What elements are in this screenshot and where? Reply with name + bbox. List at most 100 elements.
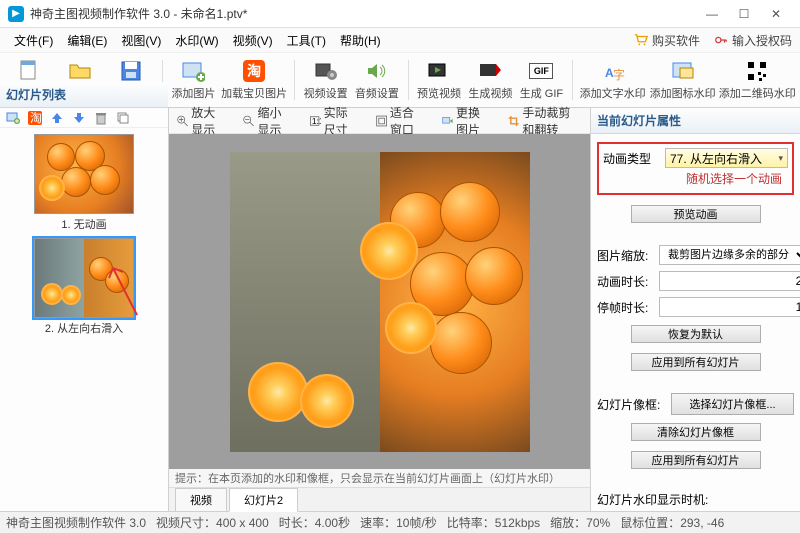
hint-text: 提示：在本页添加的水印和像框，只会显示在当前幻灯片画面上（幻灯片水印） bbox=[169, 469, 590, 487]
apply-all-anim-button[interactable]: 应用到所有幻灯片 bbox=[631, 353, 761, 371]
audio-settings-button[interactable]: 音频设置 bbox=[352, 55, 401, 105]
buy-label: 购买软件 bbox=[652, 32, 700, 49]
minimize-button[interactable]: — bbox=[696, 0, 728, 28]
thumb-caption: 2. 从左向右滑入 bbox=[45, 320, 123, 336]
menu-view[interactable]: 视图(V) bbox=[115, 29, 167, 52]
preview-anim-button[interactable]: 预览动画 bbox=[631, 205, 761, 223]
thumb-caption: 1. 无动画 bbox=[61, 216, 106, 232]
svg-text:淘: 淘 bbox=[30, 111, 42, 125]
toolbar-separator bbox=[294, 60, 295, 100]
qr-icon bbox=[745, 59, 769, 83]
actual-size-icon: 1:1 bbox=[309, 113, 320, 129]
pause-dur-label: 停帧时长: bbox=[597, 299, 655, 316]
menu-tools[interactable]: 工具(T) bbox=[281, 29, 332, 52]
video-settings-button[interactable]: 视频设置 bbox=[301, 55, 350, 105]
open-icon bbox=[68, 59, 92, 83]
toolbar-separator bbox=[572, 60, 573, 100]
status-size: 视频尺寸：400 x 400 bbox=[156, 514, 269, 531]
scale-dropdown[interactable]: 裁剪图片边缘多余的部分 bbox=[659, 245, 800, 265]
preview-video-button[interactable]: 预览视频 bbox=[414, 55, 463, 105]
menu-edit[interactable]: 编辑(E) bbox=[61, 29, 113, 52]
gif-icon: GIF bbox=[529, 59, 553, 83]
toolbar-separator bbox=[408, 60, 409, 100]
restore-default-button[interactable]: 恢复为默认 bbox=[631, 325, 761, 343]
image-watermark-icon bbox=[671, 59, 695, 83]
menu-video[interactable]: 视频(V) bbox=[227, 29, 279, 52]
replace-icon bbox=[442, 113, 453, 129]
zoom-in-icon bbox=[177, 113, 188, 129]
move-down-icon[interactable] bbox=[72, 111, 86, 125]
statusbar: 神奇主图视频制作软件 3.0 视频尺寸：400 x 400 时长：4.00秒 速… bbox=[0, 511, 800, 533]
add-image-button[interactable]: 添加图片 bbox=[169, 55, 218, 105]
status-mouse: 鼠标位置：293, -46 bbox=[620, 514, 724, 531]
random-anim-link[interactable]: 随机选择一个动画 bbox=[603, 168, 788, 189]
menu-file[interactable]: 文件(F) bbox=[8, 29, 59, 52]
sidebar: 幻灯片列表 淘 1. 无动画 bbox=[0, 108, 169, 511]
frame-label: 幻灯片像框: bbox=[597, 396, 667, 413]
slide-thumb-1[interactable]: 1. 无动画 bbox=[34, 134, 134, 232]
license-link[interactable]: 输入授权码 bbox=[714, 32, 792, 49]
anim-type-dropdown[interactable]: 77. 从左向右滑入 bbox=[665, 148, 788, 168]
status-app: 神奇主图视频制作软件 3.0 bbox=[6, 514, 146, 531]
taobao-small-icon[interactable]: 淘 bbox=[28, 111, 42, 125]
svg-text:1:1: 1:1 bbox=[312, 115, 320, 125]
sidebar-title: 幻灯片列表 bbox=[0, 82, 168, 108]
image-watermark-button[interactable]: 添加图标水印 bbox=[649, 55, 717, 105]
maximize-button[interactable]: ☐ bbox=[728, 0, 760, 28]
view-toolbar: 放大显示 缩小显示 1:1实际尺寸 适合窗口 更换图片 手动裁剪和翻转 bbox=[169, 108, 590, 134]
status-zoom: 缩放：70% bbox=[550, 514, 610, 531]
select-frame-button[interactable]: 选择幻灯片像框... bbox=[671, 393, 794, 415]
svg-text:字: 字 bbox=[613, 67, 625, 82]
window-title: 神奇主图视频制作软件 3.0 - 未命名1.ptv* bbox=[30, 5, 247, 22]
qr-watermark-button[interactable]: 添加二维码水印 bbox=[719, 55, 796, 105]
copy-slide-icon[interactable] bbox=[116, 111, 130, 125]
clear-frame-button[interactable]: 清除幻灯片像框 bbox=[631, 423, 761, 441]
new-icon bbox=[17, 59, 41, 83]
apply-all-frame-button[interactable]: 应用到所有幻灯片 bbox=[631, 451, 761, 469]
save-icon bbox=[119, 59, 143, 83]
center-panel: 放大显示 缩小显示 1:1实际尺寸 适合窗口 更换图片 手动裁剪和翻转 bbox=[169, 108, 590, 511]
thumb-image bbox=[34, 134, 134, 214]
properties-body: 动画类型 77. 从左向右滑入 随机选择一个动画 预览动画 图片缩放: 裁剪图片… bbox=[591, 134, 800, 511]
slide-thumb-2[interactable]: 2. 从左向右滑入 bbox=[34, 238, 134, 336]
fit-icon bbox=[376, 113, 387, 129]
scale-label: 图片缩放: bbox=[597, 247, 655, 264]
preview-icon bbox=[427, 59, 451, 83]
status-fps: 速率：10帧/秒 bbox=[360, 514, 437, 531]
export-video-button[interactable]: 生成视频 bbox=[466, 55, 515, 105]
menu-help[interactable]: 帮助(H) bbox=[334, 29, 387, 52]
key-icon bbox=[714, 33, 728, 47]
properties-title: 当前幻灯片属性 bbox=[591, 108, 800, 134]
add-image-icon bbox=[181, 59, 205, 83]
video-settings-icon bbox=[314, 59, 338, 83]
buy-link[interactable]: 购买软件 bbox=[634, 32, 700, 49]
zoom-out-icon bbox=[243, 113, 254, 129]
status-bitrate: 比特率：512kbps bbox=[447, 514, 540, 531]
canvas-area[interactable] bbox=[169, 134, 590, 469]
move-up-icon[interactable] bbox=[50, 111, 64, 125]
delete-slide-icon[interactable] bbox=[94, 111, 108, 125]
tab-video[interactable]: 视频 bbox=[175, 488, 227, 511]
sidebar-toolbar: 淘 bbox=[0, 108, 168, 128]
menu-watermark[interactable]: 水印(W) bbox=[169, 29, 224, 52]
add-slide-icon[interactable] bbox=[6, 111, 20, 125]
thumb-image bbox=[34, 238, 134, 318]
export-gif-button[interactable]: GIF生成 GIF bbox=[517, 55, 566, 105]
crop-icon bbox=[508, 113, 519, 129]
cart-icon bbox=[634, 33, 648, 47]
thumbnail-list: 1. 无动画 2. 从左向右滑入 bbox=[0, 128, 168, 511]
anim-dur-input[interactable] bbox=[659, 271, 800, 291]
tab-slide2[interactable]: 幻灯片2 bbox=[229, 488, 298, 512]
taobao-icon: 淘 bbox=[242, 59, 266, 83]
app-icon: ▶ bbox=[8, 6, 24, 22]
load-taobao-button[interactable]: 淘加载宝贝图片 bbox=[220, 55, 288, 105]
text-watermark-icon: A字 bbox=[601, 59, 625, 83]
pause-dur-input[interactable] bbox=[659, 297, 800, 317]
properties-panel: 当前幻灯片属性 动画类型 77. 从左向右滑入 随机选择一个动画 预览动画 图片… bbox=[590, 108, 800, 511]
audio-settings-icon bbox=[365, 59, 389, 83]
menubar: 文件(F) 编辑(E) 视图(V) 水印(W) 视频(V) 工具(T) 帮助(H… bbox=[0, 28, 800, 52]
close-button[interactable]: ✕ bbox=[760, 0, 792, 28]
text-watermark-button[interactable]: A字添加文字水印 bbox=[579, 55, 647, 105]
anim-type-label: 动画类型 bbox=[603, 150, 661, 167]
titlebar: ▶ 神奇主图视频制作软件 3.0 - 未命名1.ptv* — ☐ ✕ bbox=[0, 0, 800, 28]
